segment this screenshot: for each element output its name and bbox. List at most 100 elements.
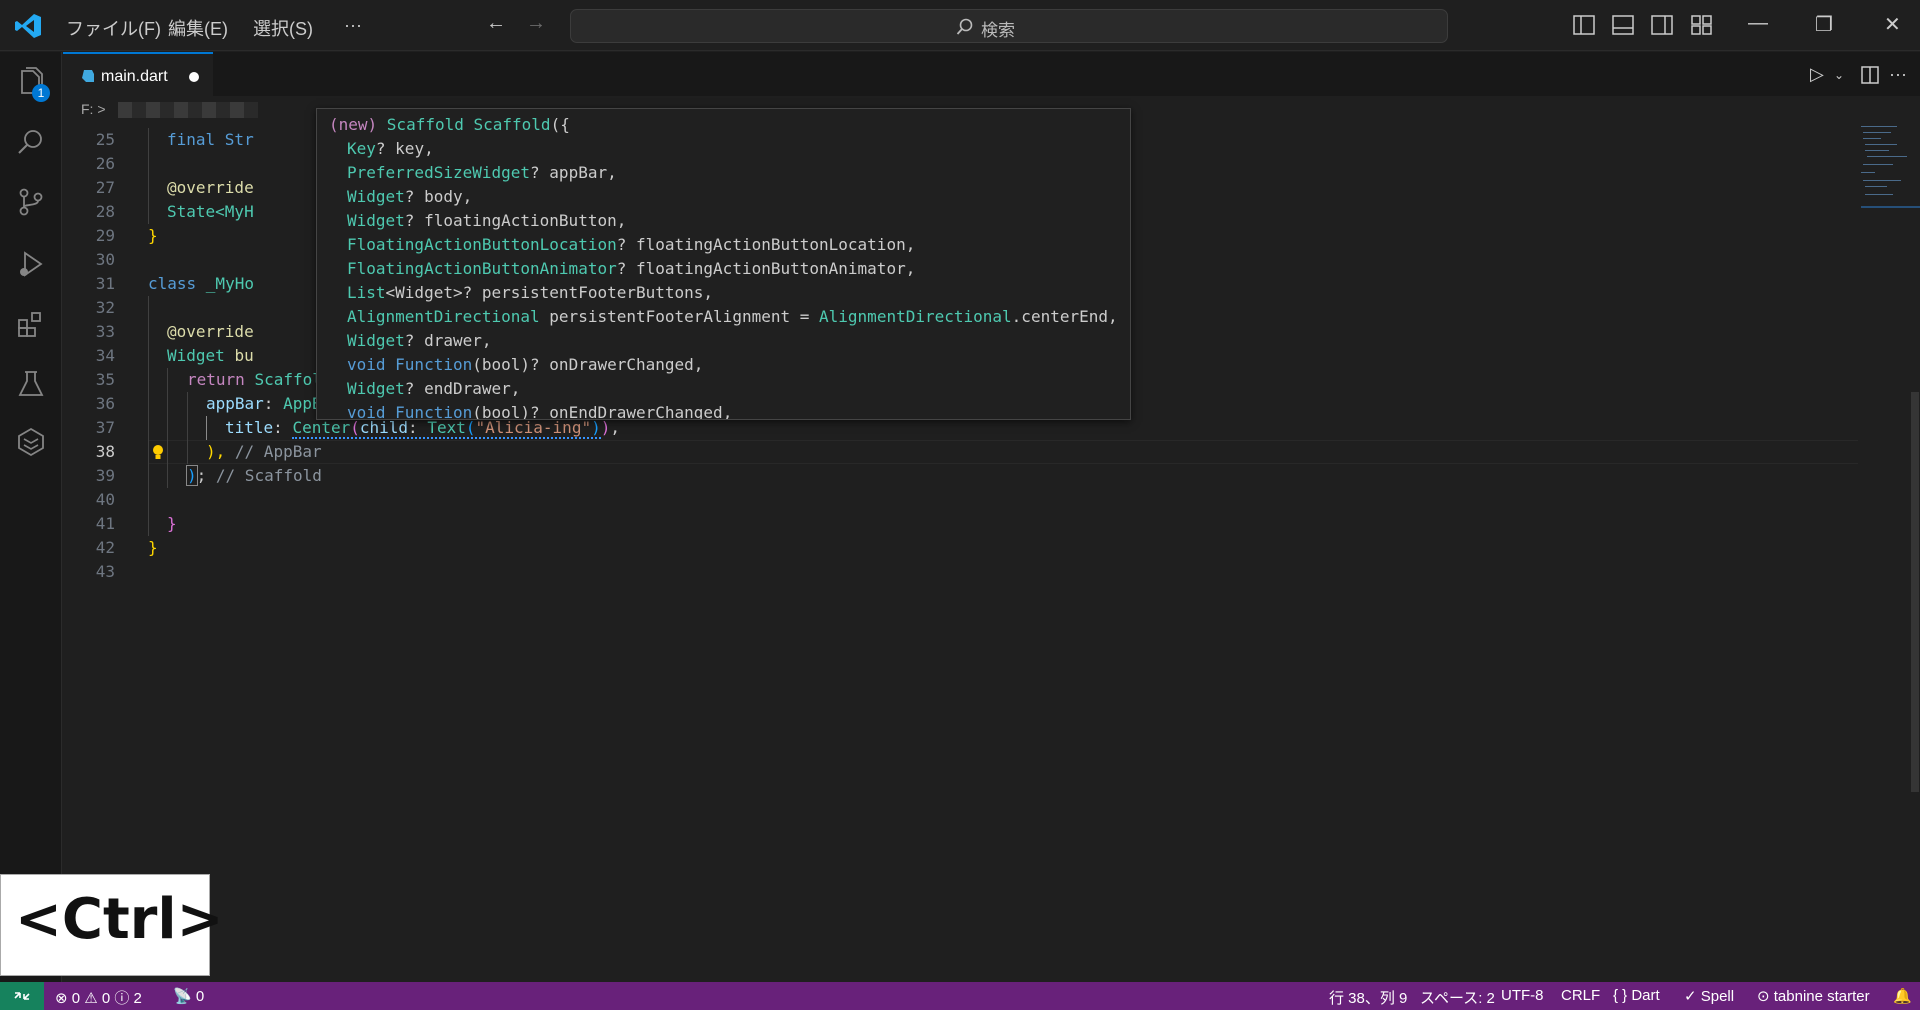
hover-param: Widget? drawer, [347, 331, 492, 350]
hover-param: Widget? body, [347, 187, 473, 206]
indent-guide [187, 440, 188, 464]
key-press-text: <Ctrl> [15, 887, 224, 952]
back-arrow-icon[interactable]: ← [486, 12, 506, 35]
ports-icon: 📡 [173, 988, 192, 1005]
menu-file[interactable]: ファイル(F) [66, 15, 161, 41]
cursor-position[interactable]: 行 38、列 9 [1329, 987, 1407, 1008]
activity-bar: 1 [0, 52, 62, 982]
search-icon[interactable] [15, 126, 47, 158]
tabnine-status[interactable]: ⊙ tabnine starter [1757, 987, 1870, 1005]
minimap-line [1865, 144, 1897, 145]
language-mode[interactable]: { } Dart [1613, 987, 1660, 1004]
more-actions-icon[interactable]: ··· [1889, 64, 1907, 85]
remote-icon [14, 992, 30, 1000]
code-text: @override [167, 178, 254, 197]
hover-param: FloatingActionButtonAnimator? floatingAc… [347, 259, 916, 278]
title-bar: ファイル(F) 編集(E) 選択(S) ··· ← → 検索 — ❐ ✕ [0, 0, 1920, 51]
hover-param: Widget? endDrawer, [347, 379, 521, 398]
vertical-scrollbar[interactable] [1911, 392, 1919, 792]
code-text: final Str [167, 130, 254, 149]
problems-indicator[interactable]: ⊗ 0 ⚠ 0 ⓘ 2 [55, 987, 142, 1008]
code-text: } [167, 514, 177, 533]
indent-guide [148, 416, 149, 440]
minimap-line [1863, 132, 1891, 133]
hover-tooltip: (new) Scaffold Scaffold({ Key? key, Pref… [316, 108, 1131, 420]
toggle-secondary-sidebar-icon[interactable] [1650, 14, 1674, 36]
key-press-overlay: <Ctrl> [0, 874, 224, 976]
hover-param: void Function(bool)? onDrawerChanged, [347, 355, 704, 374]
line-number: 25 [95, 130, 115, 149]
extensions-icon[interactable] [15, 308, 47, 340]
hover-param: void Function(bool)? onEndDrawerChanged, [347, 403, 733, 420]
minimap-line [1865, 194, 1893, 195]
toggle-panel-icon[interactable] [1611, 14, 1635, 36]
indent-guide [148, 344, 149, 368]
unsaved-dot-icon[interactable] [189, 72, 199, 82]
tab-main-dart[interactable]: main.dart [63, 52, 213, 96]
lightbulb-icon[interactable] [151, 444, 165, 462]
tab-label: main.dart [101, 68, 168, 85]
end-of-line[interactable]: CRLF [1561, 987, 1600, 1004]
ports-indicator[interactable]: 📡 0 [173, 987, 204, 1005]
remote-indicator[interactable] [0, 982, 44, 1010]
run-debug-icon[interactable] [15, 248, 47, 280]
editor-area: main.dart ▷ ⌄ ··· F: > 25 final Str 26 27… [63, 52, 1920, 982]
code-text: ), // AppBar [206, 442, 322, 461]
notifications-bell-icon[interactable]: 🔔 [1893, 987, 1912, 1005]
run-icon[interactable]: ▷ [1810, 64, 1824, 85]
code-text: State<MyH [167, 202, 254, 221]
breadcrumb-drive[interactable]: F: > [81, 101, 106, 117]
indentation[interactable]: スペース: 2 [1420, 987, 1495, 1008]
indent-guide [148, 320, 149, 344]
customize-layout-icon[interactable] [1690, 14, 1714, 36]
line-number: 36 [95, 394, 115, 413]
line-number: 30 [95, 250, 115, 269]
command-center-search[interactable]: 検索 [570, 9, 1448, 43]
code-text: ); // Scaffold [186, 465, 322, 486]
minimize-icon[interactable]: — [1748, 12, 1768, 35]
indent-guide [148, 440, 149, 464]
active-indent-guide [206, 416, 207, 440]
forward-arrow-icon[interactable]: → [526, 12, 546, 35]
indent-guide [148, 296, 149, 320]
remote-explorer-icon[interactable] [15, 426, 47, 458]
close-icon[interactable]: ✕ [1884, 12, 1901, 37]
breadcrumb-path-redacted [118, 102, 258, 118]
indent-guide [148, 392, 149, 416]
line-number: 40 [95, 490, 115, 509]
line-number: 28 [95, 202, 115, 221]
vscode-logo-icon[interactable] [14, 13, 42, 39]
minimap[interactable] [1859, 124, 1920, 244]
run-dropdown-chevron-icon[interactable]: ⌄ [1834, 68, 1844, 82]
code-text: Widget bu [167, 346, 254, 365]
line-number: 31 [95, 274, 115, 293]
line-number: 34 [95, 346, 115, 365]
source-control-icon[interactable] [15, 186, 47, 218]
code-text: } [148, 226, 158, 245]
line-number: 38 [95, 442, 115, 461]
search-label: 検索 [981, 21, 1015, 40]
indent-guide [148, 200, 149, 224]
testing-icon[interactable] [15, 368, 47, 400]
hover-signature: (new) Scaffold Scaffold({ [329, 115, 570, 134]
code-line: 42} [63, 536, 1803, 560]
restore-icon[interactable]: ❐ [1815, 12, 1833, 37]
toggle-primary-sidebar-icon[interactable] [1572, 14, 1596, 36]
current-line-highlight [148, 440, 1858, 464]
split-editor-icon[interactable] [1861, 66, 1879, 84]
line-number: 43 [95, 562, 115, 581]
menu-edit[interactable]: 編集(E) [168, 15, 228, 41]
menu-selection[interactable]: 選択(S) [253, 15, 313, 41]
hover-param: AlignmentDirectional persistentFooterAli… [347, 307, 1118, 326]
indent-guide [148, 512, 149, 536]
indent-guide [187, 416, 188, 440]
encoding[interactable]: UTF-8 [1501, 987, 1544, 1004]
indent-guide [148, 464, 149, 488]
menu-more[interactable]: ··· [344, 15, 362, 36]
status-bar: ⊗ 0 ⚠ 0 ⓘ 2 📡 0 行 38、列 9 スペース: 2 UTF-8 C… [0, 982, 1920, 1010]
spell-checker[interactable]: ✓ Spell [1684, 987, 1734, 1005]
code-line: 41} [63, 512, 1803, 536]
hover-param: PreferredSizeWidget? appBar, [347, 163, 617, 182]
line-number: 37 [95, 418, 115, 437]
line-number: 33 [95, 322, 115, 341]
